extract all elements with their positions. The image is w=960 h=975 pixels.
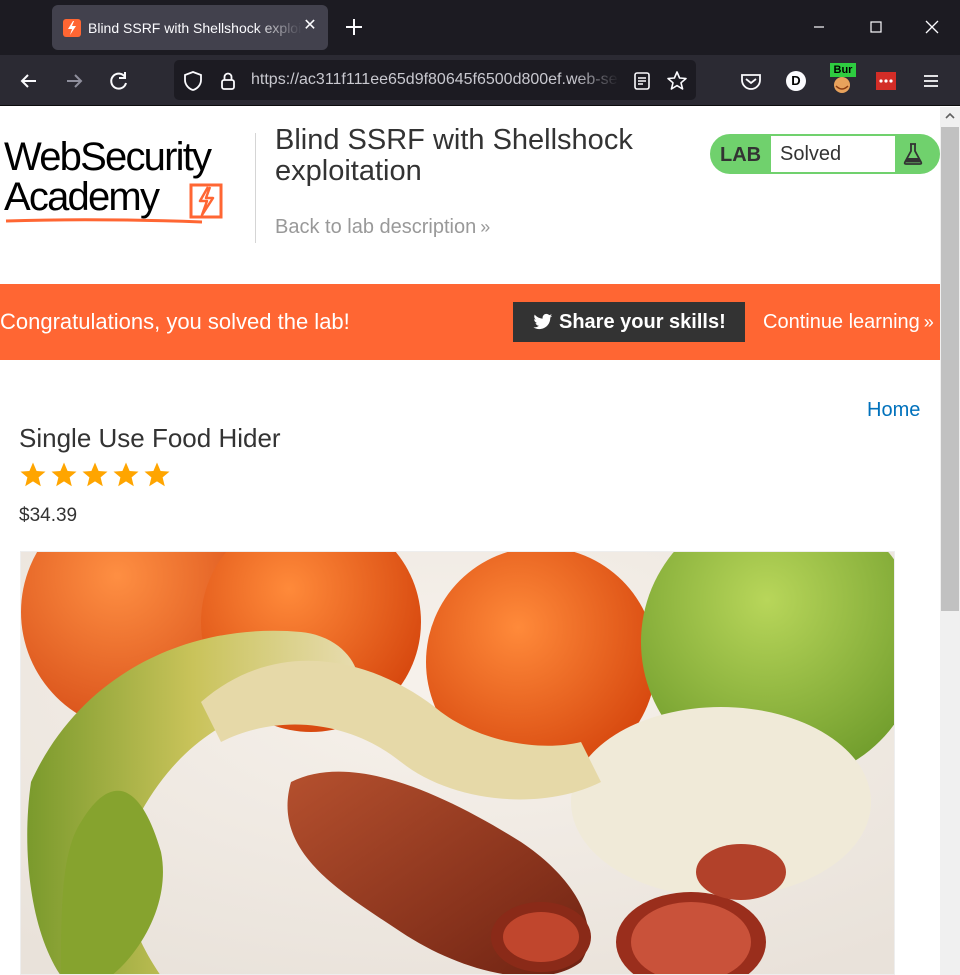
logo-lightning-icon — [189, 183, 223, 219]
arrow-right-icon[interactable] — [59, 66, 89, 96]
double-chevron-right-icon: » — [480, 217, 491, 237]
product-photo-illustration — [21, 552, 894, 974]
star-icon[interactable] — [666, 70, 688, 92]
star-rating-icon — [82, 462, 108, 487]
pocket-icon[interactable] — [736, 66, 766, 96]
reader-view-icon[interactable] — [631, 70, 653, 92]
lock-icon[interactable] — [217, 70, 239, 92]
product-name: Single Use Food Hider — [19, 423, 281, 453]
portswigger-lightning-icon — [63, 19, 81, 37]
continue-learning-label: Continue learning — [763, 311, 920, 333]
browser-tab-active[interactable]: Blind SSRF with Shellshock exploitation … — [52, 5, 328, 50]
close-window-icon[interactable] — [917, 12, 947, 42]
twitter-bird-icon — [533, 313, 553, 330]
plus-icon[interactable] — [340, 13, 368, 41]
logo-underline — [5, 218, 203, 224]
scrollbar-thumb[interactable] — [941, 127, 959, 611]
hamburger-menu-icon[interactable] — [916, 66, 946, 96]
close-tab-icon[interactable]: ✕ — [301, 17, 319, 35]
lab-status-widget: LAB Solved — [710, 134, 940, 174]
product-image — [20, 551, 895, 975]
browser-nav-bar: https://ac311f111ee65d9f80645f6500d800ef… — [0, 55, 960, 106]
lab-state: Solved — [771, 136, 895, 172]
star-rating-icon — [51, 462, 77, 487]
logo-line-1: WebSecurity — [4, 135, 212, 179]
web-security-academy-logo[interactable]: WebSecurity Academy — [4, 135, 254, 225]
scroll-up-arrow-icon[interactable] — [944, 110, 956, 122]
lab-title: Blind SSRF with Shellshock exploitation — [275, 124, 633, 187]
back-link-label: Back to lab description — [275, 216, 477, 238]
double-chevron-right-icon: » — [923, 312, 934, 332]
lab-tag: LAB — [720, 144, 762, 166]
shield-icon[interactable] — [182, 70, 204, 92]
url-text[interactable]: https://ac311f111ee65d9f80645f6500d800ef… — [251, 70, 619, 90]
extension-avatar-letter: D — [791, 73, 801, 88]
product-rating — [19, 461, 179, 491]
share-skills-label: Share your skills! — [559, 311, 726, 333]
home-link[interactable]: Home — [867, 398, 920, 422]
arrow-left-icon[interactable] — [14, 66, 44, 96]
page-content: WebSecurity Academy Blind SSRF with Shel… — [0, 107, 940, 975]
back-to-lab-description-link[interactable]: Back to lab description» — [275, 215, 490, 239]
maximize-window-icon[interactable] — [861, 12, 891, 42]
minimize-window-icon[interactable] — [804, 12, 834, 42]
address-bar[interactable]: https://ac311f111ee65d9f80645f6500d800ef… — [174, 60, 696, 100]
password-manager-extension-icon[interactable] — [871, 66, 901, 96]
browser-tab-bar: Blind SSRF with Shellshock exploitation … — [0, 0, 960, 55]
congratulations-message: Congratulations, you solved the lab! — [0, 309, 350, 334]
continue-learning-link[interactable]: Continue learning» — [763, 309, 934, 335]
extension-badge: Bur — [830, 63, 856, 77]
flask-icon — [903, 143, 923, 165]
solved-banner: Congratulations, you solved the lab! Sha… — [0, 284, 940, 360]
header-divider — [255, 133, 256, 243]
star-rating-icon — [144, 462, 170, 487]
tab-title: Blind SSRF with Shellshock exploitation — [88, 20, 302, 36]
star-rating-icon — [113, 462, 139, 487]
extension-avatar-icon[interactable]: D — [781, 66, 811, 96]
logo-line-2: Academy — [4, 175, 160, 219]
share-skills-button[interactable]: Share your skills! — [513, 302, 745, 342]
reload-icon[interactable] — [104, 66, 134, 96]
product-price: $34.39 — [19, 505, 78, 526]
star-rating-icon — [20, 462, 46, 487]
